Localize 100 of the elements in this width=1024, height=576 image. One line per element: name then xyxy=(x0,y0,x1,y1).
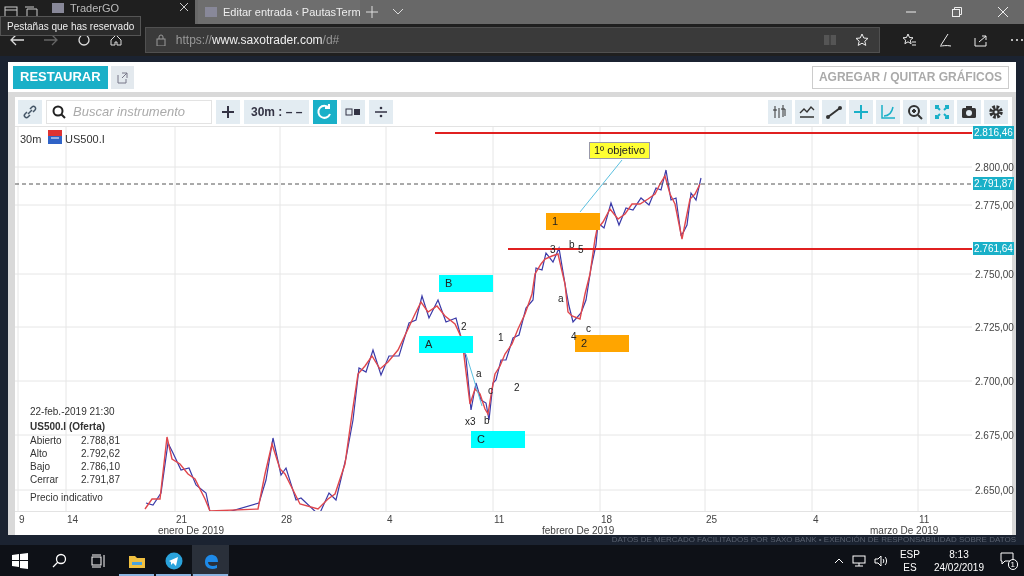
search-input[interactable]: Buscar instrumento xyxy=(73,101,203,122)
axis-month-label: marzo De 2019 xyxy=(870,524,939,537)
bookmarks-tooltip: Pestañas que has reservado xyxy=(0,16,142,36)
url-path: /d# xyxy=(322,33,340,47)
lock-icon xyxy=(155,34,166,46)
network-icon[interactable] xyxy=(851,554,866,567)
price-level-badge: 2.791,87 xyxy=(973,177,1014,190)
page-icon xyxy=(204,6,218,18)
info-label: Abierto xyxy=(30,434,63,447)
info-value: 2.788,81 xyxy=(80,434,120,447)
axis-tick-label: 2.750,00 xyxy=(975,268,1014,282)
forward-icon[interactable] xyxy=(44,34,58,46)
axis-tick-label: 14 xyxy=(67,513,79,527)
chevron-up-icon[interactable] xyxy=(833,557,844,564)
info-label: Cerrar xyxy=(30,473,60,486)
language-label[interactable]: ESP xyxy=(899,547,920,561)
wave-label-box[interactable]: B xyxy=(439,275,493,292)
home-icon[interactable] xyxy=(110,34,122,46)
wave-label: 2 xyxy=(461,321,467,333)
tab-icon[interactable] xyxy=(4,6,18,18)
search-icon xyxy=(52,104,66,119)
keyboard-layout-label[interactable]: ES xyxy=(903,560,917,574)
price-level-badge: 2.816,46 xyxy=(973,126,1014,139)
more-icon[interactable] xyxy=(1010,38,1024,42)
layout-icon[interactable] xyxy=(341,99,366,124)
share-icon[interactable] xyxy=(974,33,988,47)
target-label[interactable]: 1º objetivo xyxy=(589,142,651,159)
info-value: 2.792,62 xyxy=(80,447,120,460)
url-host: www.saxotrader.com xyxy=(211,33,323,47)
tab-icon[interactable] xyxy=(24,6,38,18)
wave-label-box[interactable]: 1 xyxy=(546,213,600,230)
clock-time[interactable]: 8:13 xyxy=(949,547,969,561)
interval-button[interactable]: 30m : – – xyxy=(244,99,310,124)
camera-icon[interactable] xyxy=(957,99,981,124)
wave-label: 4 xyxy=(571,331,577,343)
info-value: 2.786,10 xyxy=(80,460,120,473)
clock-date[interactable]: 24/02/2019 xyxy=(933,560,984,574)
tab-title: TraderGO xyxy=(70,2,121,15)
refresh-icon[interactable] xyxy=(78,34,90,46)
info-title: US500.I (Oferta) xyxy=(30,420,107,433)
wave-label: a xyxy=(476,368,482,380)
axis-tick-label: 11 xyxy=(494,513,505,527)
wave-label: b xyxy=(569,239,575,251)
wave-label: 2 xyxy=(514,382,520,394)
info-label: Bajo xyxy=(30,460,51,473)
page-icon xyxy=(51,2,65,14)
axis-tick-label: 2.800,00 xyxy=(975,161,1014,175)
indicator-icon[interactable] xyxy=(795,99,819,124)
pen-icon[interactable] xyxy=(938,33,952,47)
volume-icon[interactable] xyxy=(873,554,888,567)
trend-line[interactable] xyxy=(465,353,483,407)
link-icon[interactable] xyxy=(18,99,42,124)
browser-tab[interactable]: Editar entrada ‹ PautasTerm xyxy=(198,0,360,24)
axis-tick-label: 28 xyxy=(281,513,293,527)
favorites-icon[interactable] xyxy=(902,33,916,47)
axis-tick-label: 18 xyxy=(601,513,613,526)
cfd-icon xyxy=(48,130,62,144)
axis-tick-label: 4 xyxy=(387,513,393,527)
tab-title: Editar entrada ‹ PautasTerm xyxy=(223,5,361,19)
wave-label-box[interactable]: A xyxy=(419,336,473,353)
axis-tick-label: 2.700,00 xyxy=(975,375,1014,389)
info-note: Precio indicativo xyxy=(30,491,104,504)
wave-label: 1 xyxy=(498,332,504,344)
url-scheme: https:// xyxy=(175,33,212,47)
plus-icon[interactable] xyxy=(216,99,240,124)
back-icon[interactable] xyxy=(10,34,24,46)
divide-icon[interactable] xyxy=(369,99,394,124)
axis-month-label: febrero De 2019 xyxy=(542,524,615,537)
wave-label: x3 xyxy=(465,416,476,428)
interval-label: 30m xyxy=(20,132,42,147)
wave-label-box[interactable]: C xyxy=(471,431,525,448)
axis-tick-label: 9 xyxy=(19,513,25,527)
axis-tick-label: 2.650,00 xyxy=(975,484,1014,498)
wave-label: c xyxy=(488,385,493,397)
axis-tick-label: 2.675,00 xyxy=(975,429,1014,443)
axis-tick-label: 21 xyxy=(176,513,188,526)
wave-label: 3 xyxy=(550,244,556,256)
wave-label: 5 xyxy=(578,244,584,256)
axis-tick-label: 25 xyxy=(706,513,718,527)
edge-icon[interactable] xyxy=(192,545,229,576)
star-icon[interactable] xyxy=(855,33,869,47)
axis-tick-label: 4 xyxy=(813,513,819,527)
axis-tick-label: 2.725,00 xyxy=(975,321,1014,335)
restore-icon[interactable] xyxy=(952,7,962,17)
wave-label: a xyxy=(558,293,564,305)
axis-tick-label: 11 xyxy=(919,513,930,526)
wave-label: b xyxy=(484,415,490,427)
info-datetime: 22-feb.-2019 21:30 xyxy=(30,405,116,418)
axis-month-label: enero De 2019 xyxy=(158,524,225,538)
instrument-label: US500.I xyxy=(65,132,105,147)
address-bar[interactable]: https://www.saxotrader.com/d# xyxy=(144,27,880,53)
info-label: Alto xyxy=(30,447,49,460)
settings-icon[interactable] xyxy=(984,99,1008,124)
price-level-badge: 2.761,64 xyxy=(973,242,1014,255)
wave-label: c xyxy=(586,323,591,335)
search-field[interactable]: Buscar instrumento xyxy=(46,99,212,124)
zoom-icon[interactable] xyxy=(903,99,927,124)
close-icon[interactable] xyxy=(179,2,189,12)
info-value: 2.791,87 xyxy=(80,473,120,486)
notification-center-button[interactable]: 1 xyxy=(1000,551,1018,570)
